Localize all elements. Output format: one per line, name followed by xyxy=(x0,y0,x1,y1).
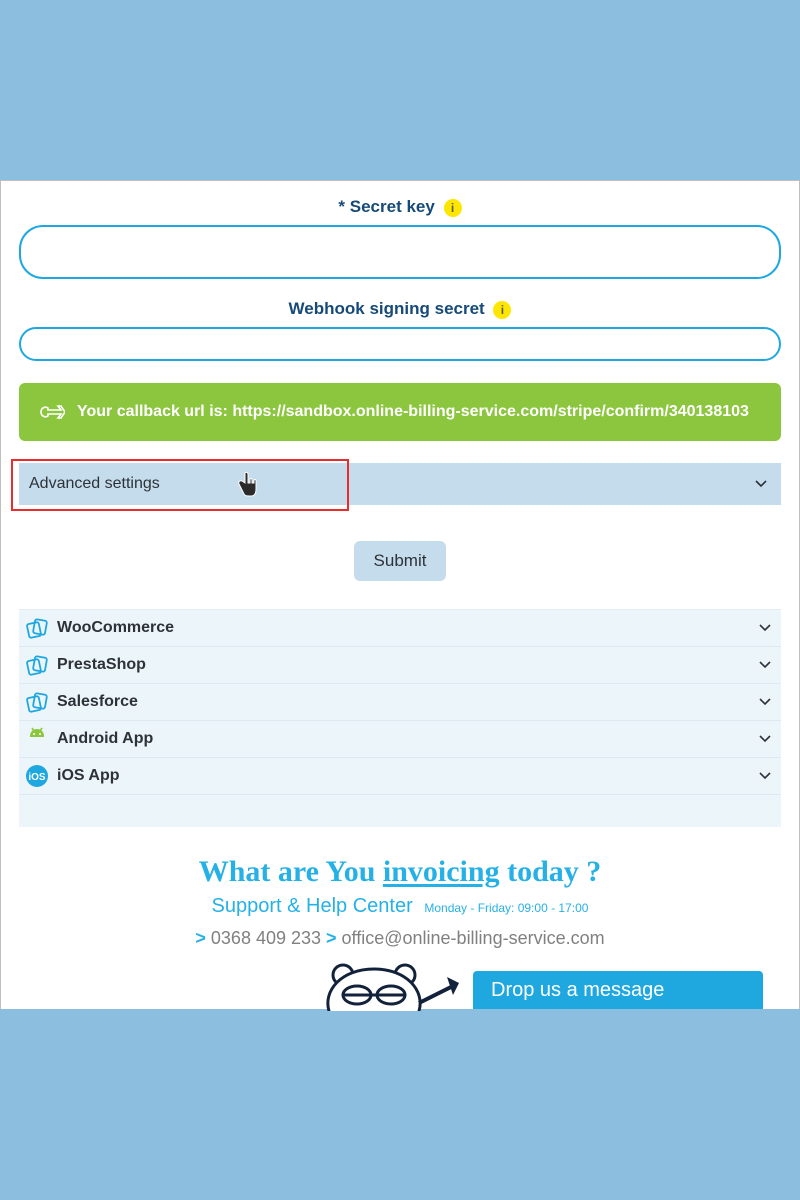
chevron-down-icon xyxy=(759,621,771,635)
integrations-footer-space xyxy=(19,795,781,827)
footer-bottom: Drop us a message xyxy=(19,959,781,1009)
cards-icon xyxy=(25,653,49,677)
footer: What are You invoicing today ? Support &… xyxy=(19,827,781,1009)
tagline-pre: What are You xyxy=(199,855,383,888)
integration-label: PrestaShop xyxy=(57,656,146,674)
integration-row[interactable]: PrestaShop xyxy=(19,647,781,684)
integration-label: Android App xyxy=(57,730,153,748)
integration-row[interactable]: iOS iOS App xyxy=(19,758,781,795)
integration-label: Salesforce xyxy=(57,693,138,711)
secret-key-label: * Secret key i xyxy=(19,197,781,217)
advanced-settings-toggle[interactable]: Advanced settings xyxy=(19,463,781,505)
chevron-down-icon xyxy=(755,477,767,491)
pointing-hand-icon xyxy=(39,401,65,423)
callback-text: Your callback url is: https://sandbox.on… xyxy=(77,403,749,421)
callback-url: https://sandbox.online-billing-service.c… xyxy=(232,403,749,420)
webhook-secret-label-text: Webhook signing secret xyxy=(289,299,485,318)
chevron-right-icon: > xyxy=(195,928,206,948)
phone-link[interactable]: 0368 409 233 xyxy=(211,928,321,948)
required-mark: * xyxy=(338,197,345,216)
info-icon[interactable]: i xyxy=(444,199,462,217)
advanced-settings-wrap: Advanced settings xyxy=(19,463,781,505)
secret-key-input[interactable] xyxy=(19,225,781,279)
submit-wrap: Submit xyxy=(19,541,781,581)
integration-label: WooCommerce xyxy=(57,619,174,637)
android-icon xyxy=(25,727,49,751)
webhook-secret-input[interactable] xyxy=(19,327,781,361)
chevron-right-icon: > xyxy=(326,928,342,948)
advanced-settings-label: Advanced settings xyxy=(29,475,160,493)
integration-label: iOS App xyxy=(57,767,120,785)
bottom-spacer xyxy=(0,1009,800,1200)
secret-key-label-text: Secret key xyxy=(350,197,435,216)
email-link[interactable]: office@online-billing-service.com xyxy=(342,928,605,948)
chevron-down-icon xyxy=(759,769,771,783)
integrations-list: WooCommerce PrestaShop Salesforce Android A… xyxy=(19,609,781,795)
svg-text:iOS: iOS xyxy=(28,772,46,783)
drop-message-button[interactable]: Drop us a message xyxy=(473,971,763,1009)
tagline-under: invoicing xyxy=(383,855,500,888)
submit-button[interactable]: Submit xyxy=(354,541,447,581)
mascot-icon xyxy=(319,963,459,1011)
cards-icon xyxy=(25,690,49,714)
footer-tagline: What are You invoicing today ? xyxy=(19,855,781,889)
integration-row[interactable]: Android App xyxy=(19,721,781,758)
integration-row[interactable]: Salesforce xyxy=(19,684,781,721)
support-hours: Monday - Friday: 09:00 - 17:00 xyxy=(424,901,588,915)
info-icon[interactable]: i xyxy=(493,301,511,319)
chevron-down-icon xyxy=(759,695,771,709)
callback-banner: Your callback url is: https://sandbox.on… xyxy=(19,383,781,441)
tagline-post: today ? xyxy=(500,855,602,888)
integration-row[interactable]: WooCommerce xyxy=(19,610,781,647)
chevron-down-icon xyxy=(759,732,771,746)
contact-line: > 0368 409 233 > office@online-billing-s… xyxy=(19,928,781,949)
cards-icon xyxy=(25,616,49,640)
ios-icon: iOS xyxy=(25,764,49,788)
webhook-secret-label: Webhook signing secret i xyxy=(19,299,781,319)
chevron-down-icon xyxy=(759,658,771,672)
settings-panel: * Secret key i Webhook signing secret i … xyxy=(0,180,800,1009)
support-label[interactable]: Support & Help Center xyxy=(212,895,413,917)
callback-prefix: Your callback url is: xyxy=(77,403,232,420)
support-line: Support & Help Center Monday - Friday: 0… xyxy=(19,895,781,918)
top-spacer xyxy=(0,0,800,180)
